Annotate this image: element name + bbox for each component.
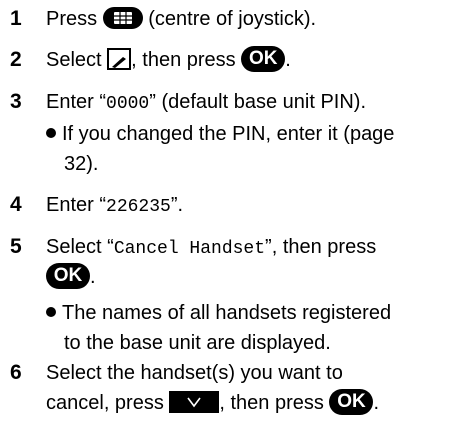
step-number: 6 <box>10 361 22 384</box>
pin-code: 0000 <box>106 94 150 114</box>
menu-button-icon <box>102 6 143 29</box>
menu-option: Cancel Handset <box>113 239 266 259</box>
step-number: 3 <box>10 90 22 113</box>
ok-button-icon: OK <box>329 388 374 415</box>
ok-button-icon: OK <box>46 262 90 289</box>
step-text-cont: OK. <box>46 262 96 292</box>
bullet-icon <box>46 306 56 317</box>
step-text-cont: cancel, press , then press OK. <box>46 388 380 415</box>
step-text: Enter “0000” (default base unit PIN). <box>46 91 367 114</box>
step-number: 2 <box>10 48 22 71</box>
step-number: 1 <box>10 7 22 30</box>
ok-button-icon: OK <box>241 45 286 72</box>
checkmark-icon <box>169 390 220 413</box>
bullet-note-cont: 32). <box>64 153 99 175</box>
bullet-note: The names of all handsets registered <box>46 298 391 328</box>
code: 226235 <box>106 197 171 217</box>
bullet-note: If you changed the PIN, enter it (page <box>46 119 394 149</box>
bullet-icon <box>46 127 56 138</box>
step-text: Enter “226235”. <box>46 194 184 217</box>
step-text: Press (centre of joystick). <box>46 6 317 30</box>
step-text: Select , then press OK. <box>46 45 291 72</box>
step-number: 5 <box>10 235 22 258</box>
step-text: Select “Cancel Handset”, then press <box>46 236 377 259</box>
bullet-note-cont: to the base unit are displayed. <box>64 332 331 354</box>
step-text: Select the handset(s) you want to <box>46 362 343 384</box>
step-number: 4 <box>10 193 22 216</box>
menu-book-icon <box>107 47 132 70</box>
